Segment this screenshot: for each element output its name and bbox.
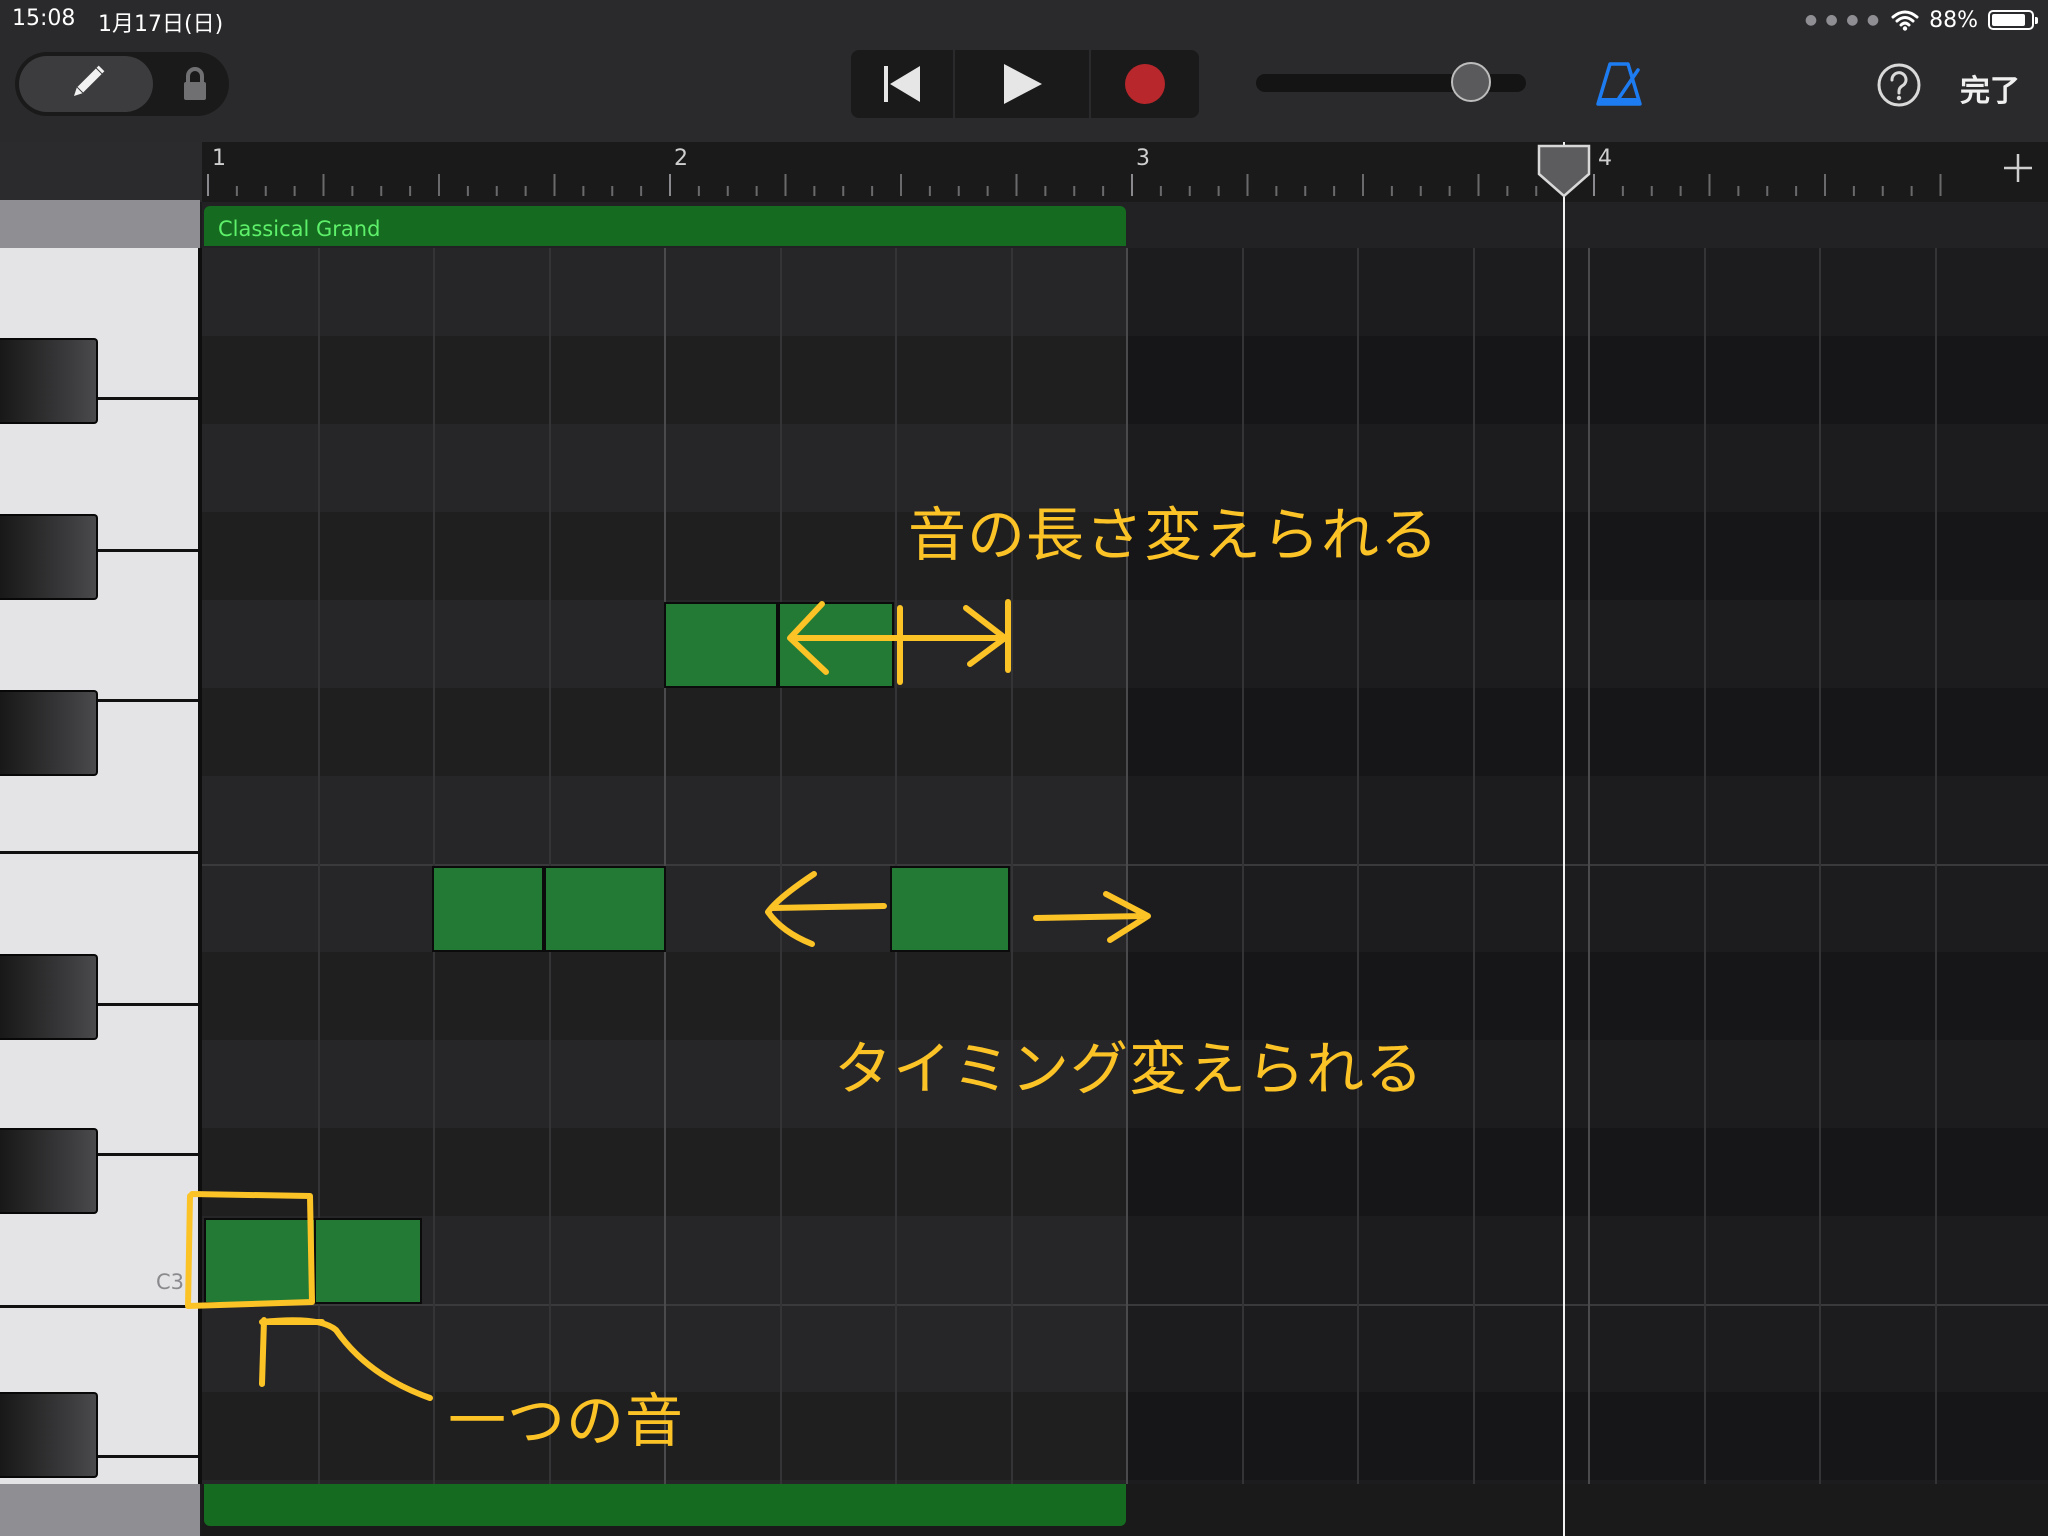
black-key[interactable] [0,690,98,776]
black-key[interactable] [0,1128,98,1214]
region-footer[interactable] [204,1484,1126,1526]
region-header[interactable]: Classical Grand [204,206,1126,246]
ruler-left-corner [0,142,202,202]
playhead-line [1563,142,1565,1536]
grid-lane [202,1128,2048,1216]
length-annotation: 音の長さ変えられる [908,501,1440,569]
playhead-icon [1537,144,1591,198]
black-key[interactable] [0,338,98,424]
grid-lane [202,688,2048,776]
edit-mode-group [15,52,229,116]
rewind-button[interactable] [851,50,955,118]
piano-keyboard[interactable] [0,248,198,1484]
beat-line [1935,248,1937,1484]
black-key[interactable] [0,954,98,1040]
add-section-button[interactable] [1998,148,2038,188]
midi-note[interactable] [664,602,778,688]
grid-lane [202,336,2048,424]
play-button[interactable] [955,50,1091,118]
midi-note[interactable] [314,1218,422,1304]
battery-icon [1988,10,2038,30]
lock-button[interactable] [165,56,225,112]
toolbar: 完了 [0,40,2048,142]
status-time: 15:08 [12,6,76,31]
beat-line [1704,248,1706,1484]
beat-line [1473,248,1475,1484]
midi-note[interactable] [890,866,1010,952]
rewind-icon [884,66,920,102]
status-bar [0,0,2048,40]
status-indicators: ● ● ● ● 88% [1804,6,2038,34]
beat-line [1588,248,1590,1484]
beat-line [1819,248,1821,1484]
piano-footer-strip [0,1484,200,1536]
wifi-icon [1891,10,1919,31]
beat-line [1011,248,1013,1484]
volume-slider-knob[interactable] [1451,62,1491,102]
beat-line [1126,248,1128,1484]
record-button[interactable] [1091,50,1199,118]
signal-dots-icon: ● ● ● ● [1804,12,1882,28]
lock-icon [184,67,206,100]
c3-key-label: C3 [156,1270,185,1294]
midi-note[interactable] [432,866,544,952]
pencil-icon [73,65,105,97]
metronome-icon [1596,62,1642,106]
region-name: Classical Grand [218,217,381,241]
piano-roll-grid[interactable] [202,248,2048,1484]
pencil-button[interactable] [19,56,153,112]
play-icon [1004,64,1042,104]
white-key-divider [0,851,198,854]
midi-note[interactable] [544,866,666,952]
metronome-button[interactable] [1596,60,1642,108]
plus-icon [2004,154,2032,182]
timing-annotation: タイミング変えられる [834,1035,1425,1103]
beat-line [1357,248,1359,1484]
battery-percent: 88% [1929,7,1978,33]
battery-fill [1992,14,2025,26]
status-date: 1月17日(日) [98,12,224,37]
single-note-annotation: 一つの音 [448,1387,685,1455]
help-icon [1877,63,1921,107]
white-key-divider [0,1305,198,1308]
midi-note[interactable] [778,602,894,688]
octave-line [202,1304,2048,1306]
piano-header-strip [0,200,200,248]
help-button[interactable] [1876,62,1922,108]
black-key[interactable] [0,514,98,600]
playhead-handle[interactable] [1536,144,1592,198]
beat-line [780,248,782,1484]
midi-note[interactable] [204,1218,318,1304]
ruler-ticks [207,174,1942,196]
transport-controls [851,50,1199,118]
done-button[interactable]: 完了 [1960,66,2020,110]
black-key[interactable] [0,1392,98,1478]
record-icon [1125,64,1165,104]
beat-line [1242,248,1244,1484]
timeline-ruler[interactable]: 1 2 3 4 [202,142,2048,202]
